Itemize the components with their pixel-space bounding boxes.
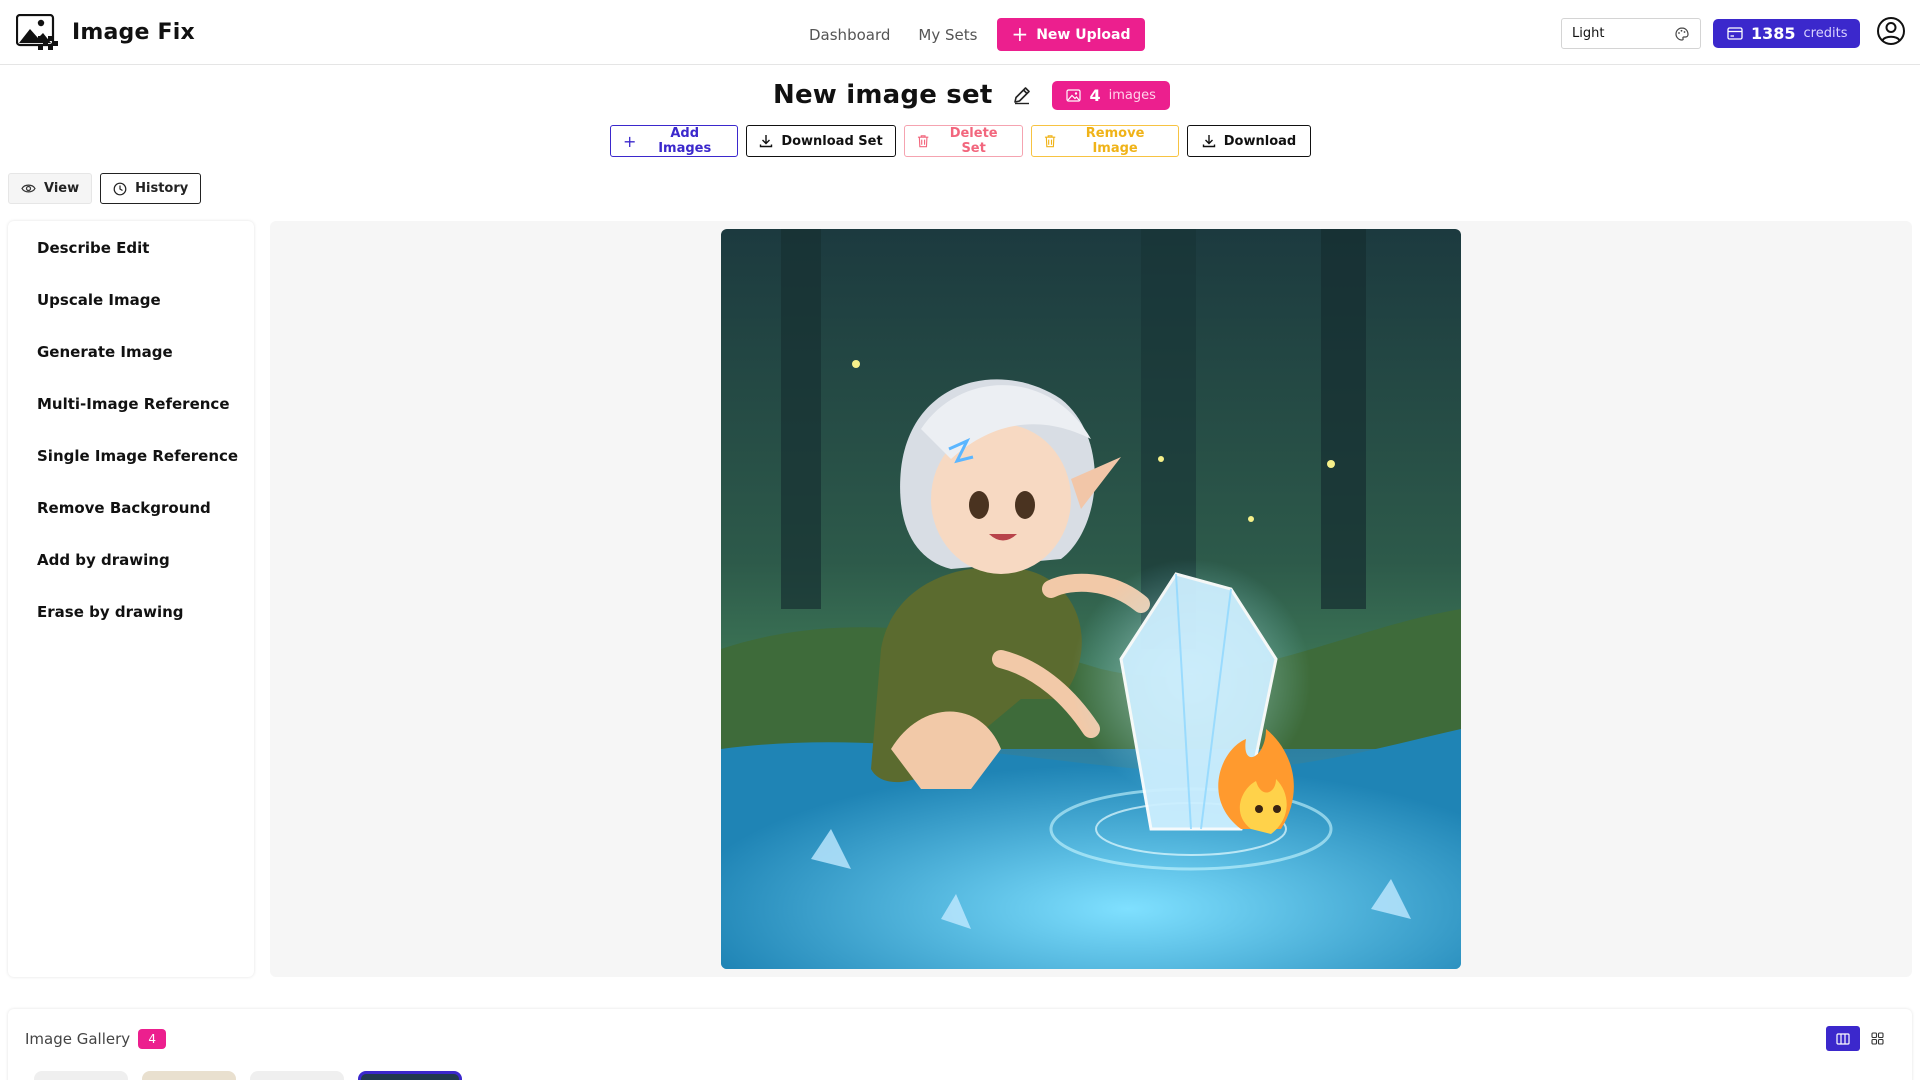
brand-name: Image Fix bbox=[72, 19, 195, 45]
image-count-badge: 4 images bbox=[1052, 80, 1170, 110]
image-gallery: Image Gallery 4 bbox=[8, 1009, 1912, 1080]
brand[interactable]: Image Fix bbox=[16, 14, 195, 50]
delete-set-label: Delete Set bbox=[949, 126, 998, 156]
download-icon bbox=[760, 135, 773, 148]
gallery-thumbnail[interactable] bbox=[34, 1071, 128, 1080]
tool-single-image-reference[interactable]: Single Image Reference bbox=[8, 441, 254, 493]
image-fix-logo-icon bbox=[16, 14, 58, 50]
grid-view-button[interactable] bbox=[1860, 1026, 1894, 1051]
tools-sidebar: Describe Edit Upscale Image Generate Ima… bbox=[8, 221, 254, 977]
set-actions: + Add Images Download Set Delete Set Rem… bbox=[610, 125, 1311, 157]
image-canvas bbox=[270, 221, 1912, 977]
download-button[interactable]: Download bbox=[1187, 125, 1311, 157]
mode-toggle: View History bbox=[8, 173, 202, 204]
download-set-label: Download Set bbox=[781, 133, 883, 149]
top-bar: Image Fix Dashboard My Sets + New Upload… bbox=[0, 0, 1920, 65]
eye-icon bbox=[21, 184, 36, 193]
tool-multi-image-reference[interactable]: Multi-Image Reference bbox=[8, 389, 254, 441]
theme-select[interactable]: Light bbox=[1561, 18, 1701, 49]
trash-icon bbox=[1044, 135, 1056, 148]
nav-dashboard[interactable]: Dashboard bbox=[809, 20, 890, 50]
download-icon bbox=[1202, 135, 1215, 148]
trash-icon bbox=[917, 135, 929, 148]
set-title-row: New image set 4 images bbox=[773, 80, 1170, 110]
image-count-label: images bbox=[1108, 87, 1156, 103]
add-images-button[interactable]: + Add Images bbox=[610, 125, 738, 157]
page-title: New image set bbox=[773, 80, 993, 110]
main-image[interactable] bbox=[721, 229, 1461, 969]
gallery-count-badge: 4 bbox=[138, 1029, 167, 1049]
columns-view-button[interactable] bbox=[1826, 1026, 1860, 1051]
clock-icon bbox=[113, 182, 127, 195]
tool-describe-edit[interactable]: Describe Edit bbox=[8, 233, 254, 285]
remove-image-label: Remove Image bbox=[1085, 126, 1145, 156]
credits-amount: 1385 bbox=[1751, 24, 1796, 43]
gallery-layout-toggle bbox=[1826, 1026, 1894, 1051]
add-images-label: Add Images bbox=[658, 126, 712, 156]
nav-my-sets[interactable]: My Sets bbox=[918, 20, 977, 50]
history-tab-label: History bbox=[135, 181, 189, 196]
image-icon bbox=[1066, 88, 1082, 102]
edit-icon[interactable] bbox=[1012, 85, 1032, 105]
credits-label: credits bbox=[1803, 26, 1848, 41]
gallery-title: Image Gallery bbox=[25, 1030, 131, 1048]
palette-icon bbox=[1675, 26, 1689, 41]
delete-set-button[interactable]: Delete Set bbox=[904, 125, 1023, 157]
main-nav: Dashboard My Sets + New Upload bbox=[809, 18, 1145, 51]
plus-icon: + bbox=[623, 131, 637, 151]
gallery-thumbnails bbox=[34, 1071, 462, 1080]
tool-add-by-drawing[interactable]: Add by drawing bbox=[8, 545, 254, 597]
history-tab[interactable]: History bbox=[100, 173, 202, 204]
gallery-thumbnail-selected[interactable] bbox=[358, 1071, 462, 1080]
credit-card-icon bbox=[1727, 27, 1743, 40]
image-count: 4 bbox=[1089, 85, 1101, 105]
new-upload-label: New Upload bbox=[1036, 26, 1131, 43]
gallery-thumbnail[interactable] bbox=[250, 1071, 344, 1080]
remove-image-button[interactable]: Remove Image bbox=[1031, 125, 1179, 157]
tool-remove-background[interactable]: Remove Background bbox=[8, 493, 254, 545]
theme-select-value: Light bbox=[1572, 26, 1605, 41]
tool-upscale-image[interactable]: Upscale Image bbox=[8, 285, 254, 337]
credits-badge[interactable]: 1385 credits bbox=[1713, 19, 1860, 48]
download-label: Download bbox=[1223, 133, 1297, 149]
gallery-thumbnail[interactable] bbox=[142, 1071, 236, 1080]
tool-generate-image[interactable]: Generate Image bbox=[8, 337, 254, 389]
user-circle-icon[interactable] bbox=[1876, 16, 1906, 46]
plus-icon: + bbox=[1011, 21, 1029, 46]
grid-icon bbox=[1870, 1032, 1884, 1045]
view-tab-label: View bbox=[44, 181, 80, 196]
tool-erase-by-drawing[interactable]: Erase by drawing bbox=[8, 597, 254, 649]
new-upload-button[interactable]: + New Upload bbox=[997, 18, 1145, 51]
view-tab[interactable]: View bbox=[8, 173, 93, 204]
columns-icon bbox=[1836, 1032, 1850, 1045]
gallery-header: Image Gallery 4 bbox=[25, 1029, 167, 1049]
download-set-button[interactable]: Download Set bbox=[746, 125, 896, 157]
